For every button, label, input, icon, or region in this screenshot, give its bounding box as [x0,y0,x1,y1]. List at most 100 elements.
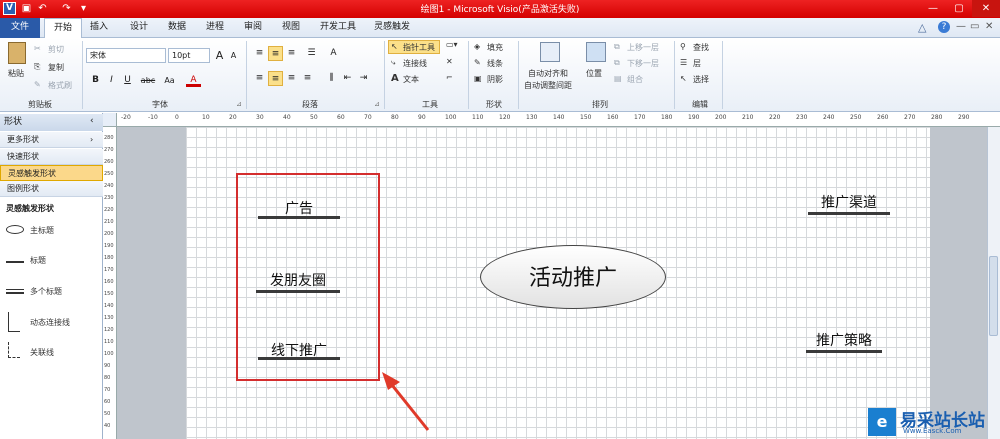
ruler-tick-label: 100 [104,351,114,357]
auto-align-label[interactable]: 自动对齐和 [528,68,568,79]
tab-developer[interactable]: 开发工具 [314,18,362,38]
ruler-tick-label: -10 [148,114,158,121]
position-button[interactable]: 位置 [586,68,602,79]
paragraph-dialog-launcher-icon[interactable]: ⊿ [374,100,380,108]
tab-design[interactable]: 设计 [124,18,154,38]
sidebar-item-more-shapes[interactable]: 更多形状 [0,132,103,148]
copy-icon[interactable]: ⎘ [34,62,40,72]
stencil-relationship-line[interactable]: 关联线 [30,347,54,358]
layers-button[interactable]: 层 [693,58,701,69]
font-family-select[interactable]: 宋体 [86,48,166,63]
justify-icon[interactable]: ≡ [300,71,315,86]
help-icon[interactable]: ? [938,21,950,33]
pointer-icon: ↖ [391,42,398,51]
distribute-icon[interactable]: ⫼ [324,71,339,86]
send-backward-button[interactable]: 下移一层 [627,58,659,69]
rectangle-tool-icon[interactable]: ▭▾ [446,40,458,49]
chevron-right-icon: › [90,135,94,144]
format-painter-icon[interactable]: ✎ [34,80,41,89]
tab-brainstorm[interactable]: 灵感触发 [370,18,414,38]
ribbon-collapse-icon[interactable]: △ [918,21,926,34]
bullets-icon[interactable]: ☰ [304,46,319,61]
ruler-tick-label: 80 [391,114,399,121]
doc-close-icon[interactable]: ✕ [985,21,993,32]
cut-button[interactable]: 剪切 [48,44,64,55]
group-button[interactable]: 组合 [627,74,643,85]
paste-icon[interactable] [8,42,26,64]
tab-data[interactable]: 数据 [162,18,192,38]
connection-point-icon[interactable]: ✕ [446,57,453,66]
collapse-panel-icon[interactable]: ‹ [90,116,94,126]
fill-button[interactable]: 填充 [487,42,503,53]
sidebar-item-quick-shapes[interactable]: 快速形状 [0,149,103,165]
connector-button[interactable]: 连接线 [403,58,427,69]
bold-button[interactable]: B [88,73,103,88]
align-middle-icon[interactable]: ≡ [268,46,283,61]
decrease-indent-icon[interactable]: ⇤ [340,71,355,86]
scrollbar-thumb[interactable] [989,256,998,336]
format-painter-button[interactable]: 格式刷 [48,80,72,91]
case-icon[interactable]: Aa [162,73,177,88]
stencil-main-topic[interactable]: 主标题 [30,225,54,236]
position-icon[interactable] [586,42,606,62]
italic-button[interactable]: I [104,73,119,88]
auto-align-icon[interactable] [540,42,560,62]
tab-view[interactable]: 视图 [276,18,306,38]
stencil-topic[interactable]: 标题 [30,255,46,266]
doc-minimize-icon[interactable]: — [956,21,966,32]
doc-restore-icon[interactable]: ▭ [970,21,979,32]
shadow-button[interactable]: 阴影 [487,74,503,85]
ruler-tick-label: 180 [104,255,114,261]
ruler-tick-label: 110 [104,339,114,345]
freeform-icon[interactable]: ⌐ [446,73,453,82]
align-top-icon[interactable]: ≡ [252,46,267,61]
ruler-tick-label: 240 [823,114,835,121]
shrink-font-button[interactable]: A [226,48,241,63]
maximize-button[interactable]: ▢ [946,0,972,17]
ruler-tick-label: 150 [580,114,592,121]
minimize-button[interactable]: — [920,0,946,17]
cut-icon[interactable]: ✂ [34,44,41,53]
align-right-icon[interactable]: ≡ [284,71,299,86]
select-button[interactable]: 选择 [693,74,709,85]
font-size-select[interactable]: 10pt [168,48,210,63]
ruler-tick-label: 190 [688,114,700,121]
ruler-corner [103,113,117,127]
tab-home[interactable]: 开始 [44,18,82,39]
close-button[interactable]: ✕ [972,0,1000,17]
line-button[interactable]: 线条 [487,58,503,69]
tab-review[interactable]: 审阅 [238,18,268,38]
auto-space-label[interactable]: 自动调整间距 [524,80,572,91]
text-tool-button[interactable]: 文本 [403,74,419,85]
stencil-multiple-topics[interactable]: 多个标题 [30,286,62,297]
increase-indent-icon[interactable]: ⇥ [356,71,371,86]
align-center-icon[interactable]: ≡ [268,71,283,86]
text-direction-icon[interactable]: A [326,46,341,61]
tab-file[interactable]: 文件 [0,18,40,38]
topic-moments-underline [256,290,340,293]
align-left-icon[interactable]: ≡ [252,71,267,86]
ruler-tick-label: 230 [796,114,808,121]
topic-moments[interactable]: 发朋友圈 [256,270,340,290]
bring-forward-button[interactable]: 上移一层 [627,42,659,53]
tab-insert[interactable]: 插入 [84,18,114,38]
topic-channels[interactable]: 推广渠道 [808,192,890,212]
tab-process[interactable]: 进程 [200,18,230,38]
ruler-tick-label: 140 [104,303,114,309]
font-dialog-launcher-icon[interactable]: ⊿ [236,100,242,108]
sidebar-item-brainstorm-shapes[interactable]: 灵感触发形状 [0,165,103,181]
font-color-button[interactable]: A [186,73,201,87]
paste-button[interactable]: 粘贴 [8,68,24,79]
underline-button[interactable]: U [120,73,135,88]
find-button[interactable]: 查找 [693,42,709,53]
sidebar-item-legend-shapes[interactable]: 图例形状 [0,181,103,197]
grow-font-button[interactable]: A [212,48,227,63]
watermark-subtext: Www.Easck.Com [903,427,962,435]
align-bottom-icon[interactable]: ≡ [284,46,299,61]
stencil-dynamic-connector[interactable]: 动态连接线 [30,317,70,328]
topic-strategy[interactable]: 推广策略 [806,330,882,350]
ruler-tick-label: 200 [104,231,114,237]
strikethrough-button[interactable]: abc [138,73,158,88]
topic-ad[interactable]: 广告 [258,198,340,218]
copy-button[interactable]: 复制 [48,62,64,73]
